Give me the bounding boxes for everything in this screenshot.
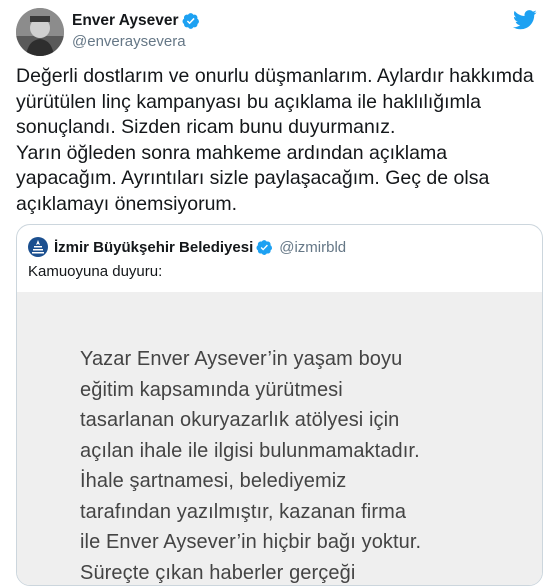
quoted-tweet[interactable]: İzmir Büyükşehir Belediyesi @izmirbld Ka… [16,224,543,586]
avatar[interactable] [16,8,64,56]
quoted-tweet-header: İzmir Büyükşehir Belediyesi @izmirbld [28,237,346,257]
quoted-tweet-image[interactable]: Yazar Enver Aysever’in yaşam boyu eğitim… [17,292,542,585]
author-name-text[interactable]: Enver Aysever [72,12,179,30]
verified-badge-icon [182,13,199,29]
quoted-tweet-text: Kamuoyuna duyuru: [28,263,163,280]
quoted-image-text: Yazar Enver Aysever’in yaşam boyu eğitim… [80,348,422,584]
quoted-verified-badge-icon [256,239,273,255]
quoted-author-name[interactable]: İzmir Büyükşehir Belediyesi [54,239,253,256]
quoted-author-handle[interactable]: @izmirbld [279,239,346,256]
izmir-logo-icon [28,237,48,257]
twitter-bird-icon[interactable] [513,10,537,30]
author-name[interactable]: Enver Aysever [72,12,200,30]
avatar-photo [16,8,64,56]
tweet-text: Değerli dostlarım ve onurlu düşmanlarım.… [16,65,534,215]
author-handle[interactable]: @enveraysevera [72,33,186,50]
